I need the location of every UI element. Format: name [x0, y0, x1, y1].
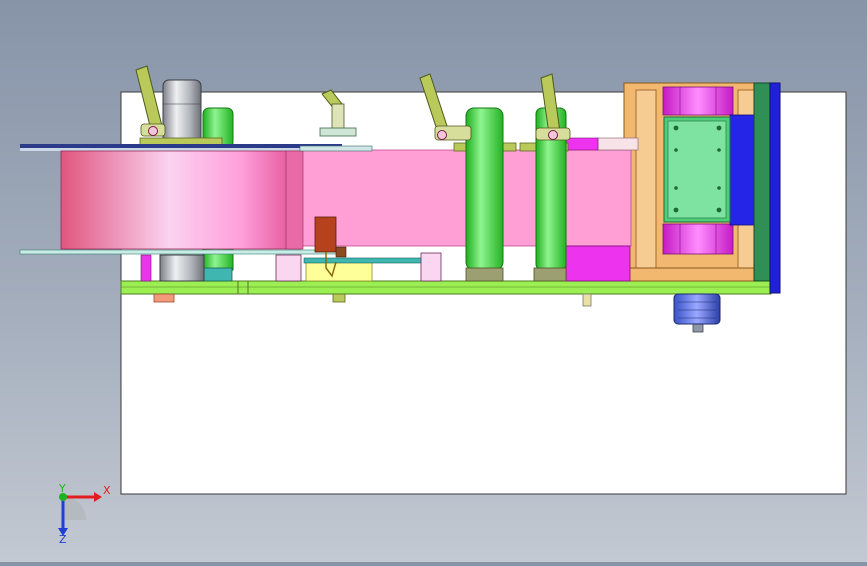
coordinate-triad: X Y Z	[58, 482, 111, 546]
z-axis-label: Z	[59, 533, 67, 546]
main-reel	[19, 144, 343, 255]
bearing-block	[663, 116, 731, 223]
base-plate	[120, 280, 772, 295]
motor-bottom	[673, 293, 721, 325]
cad-viewport[interactable]: X Y Z	[0, 0, 867, 562]
dark-green-plate	[753, 82, 781, 294]
belt-plate-upper	[597, 137, 639, 151]
blue-block	[729, 114, 755, 226]
x-axis-arrowhead	[94, 492, 102, 502]
y-axis-label: Y	[58, 482, 66, 495]
magenta-upper-block	[565, 137, 599, 151]
x-axis-label: X	[103, 484, 111, 497]
magenta-lower-block	[565, 245, 631, 282]
